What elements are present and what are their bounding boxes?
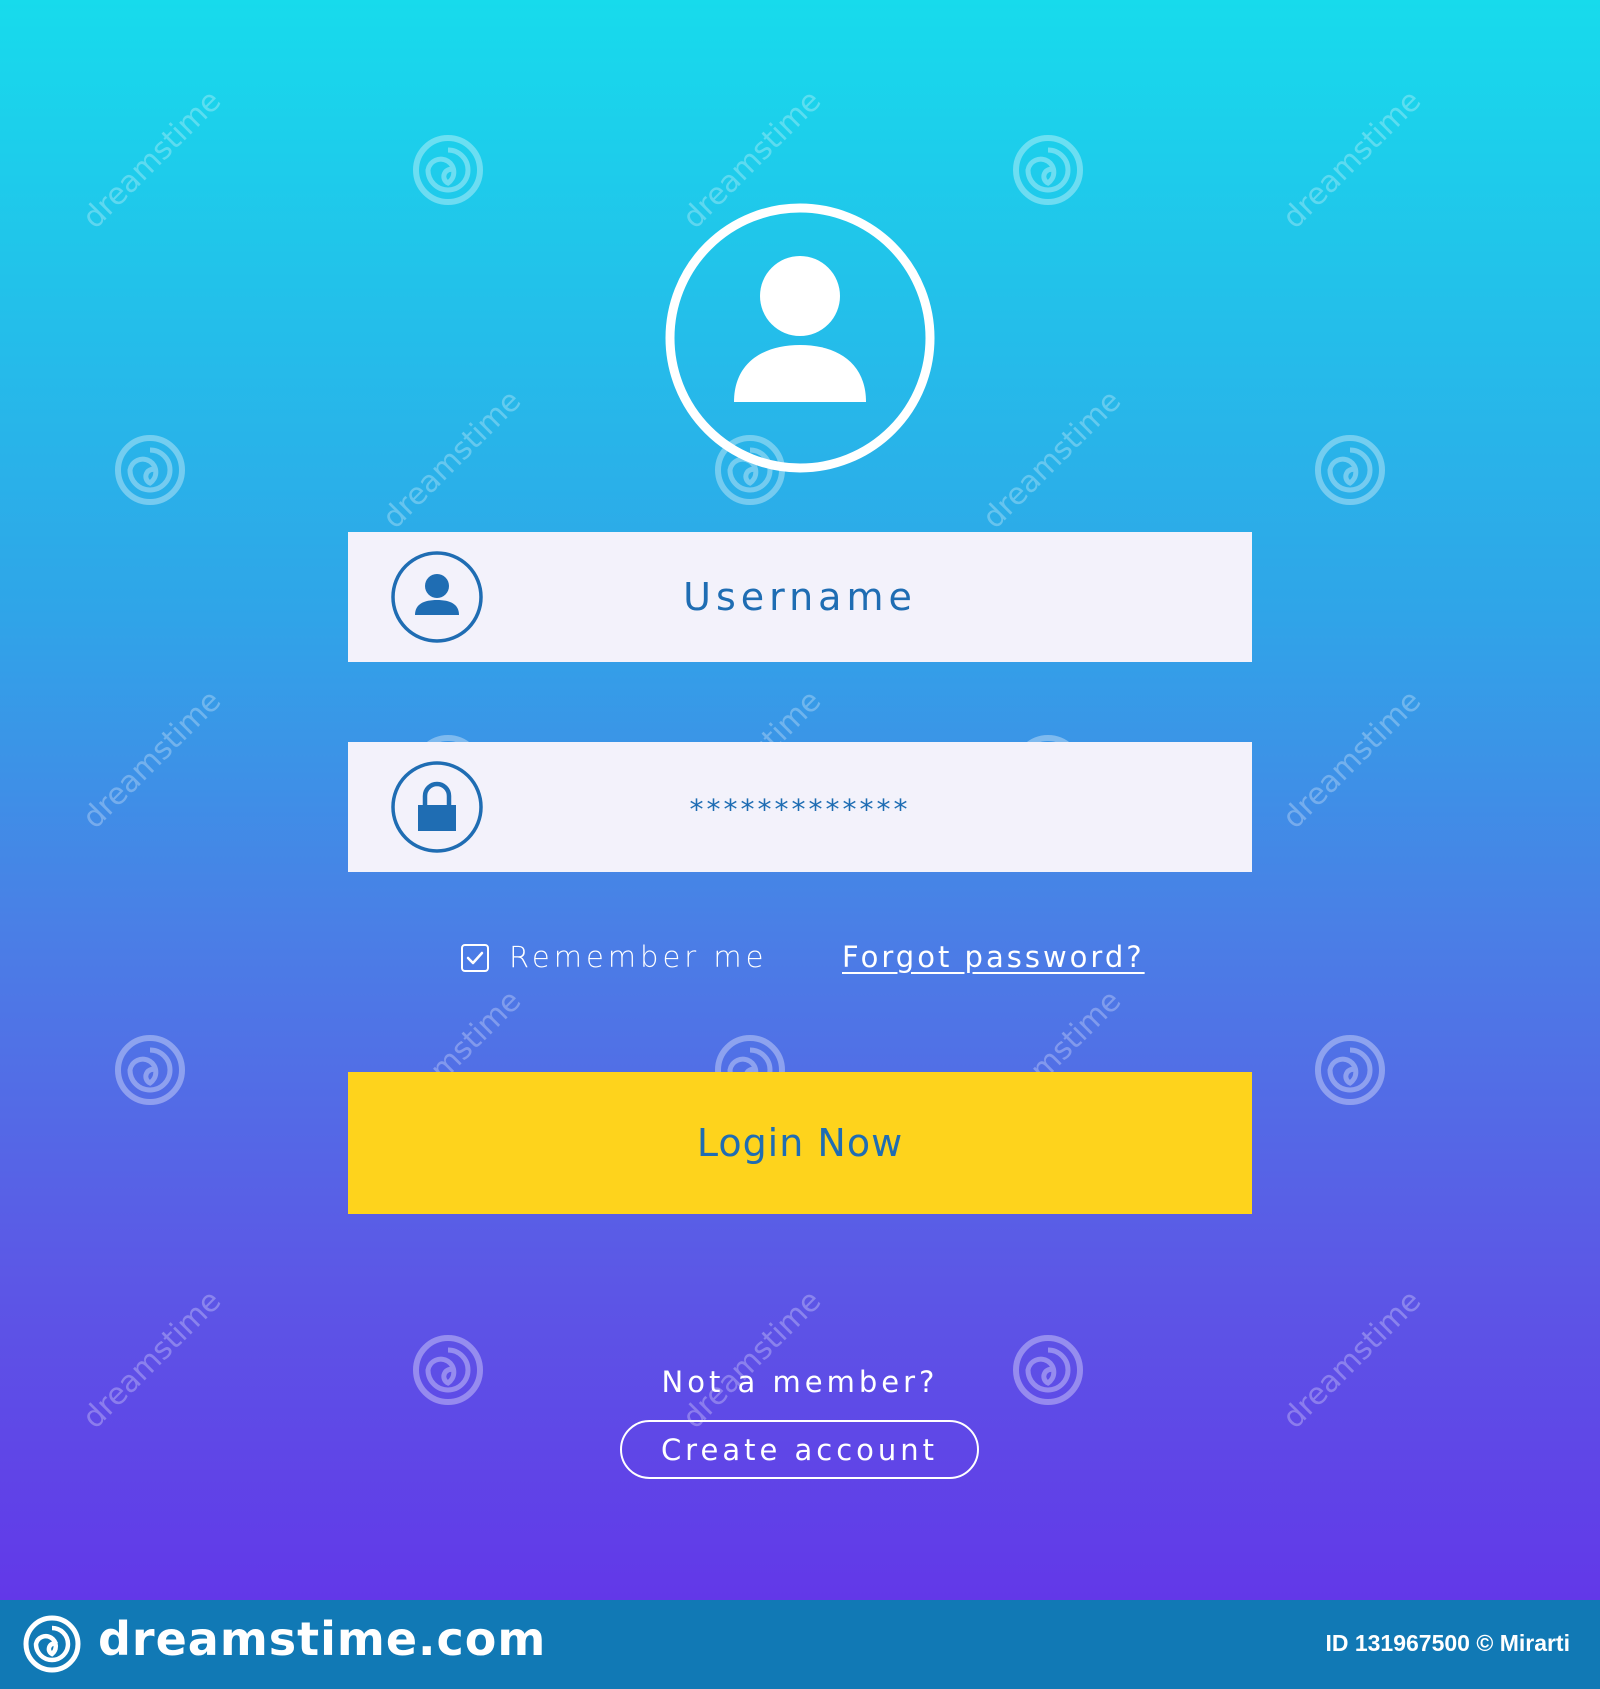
not-member-text: Not a member? [661, 1365, 939, 1399]
password-value: ************* [689, 792, 911, 826]
remember-me-checkbox[interactable] [461, 944, 489, 972]
watermark-footer: dreamstime.com ID 131967500 © Mirarti [0, 1600, 1600, 1689]
dreamstime-logo-text: dreamstime.com [98, 1612, 547, 1666]
username-placeholder: Username [683, 575, 917, 619]
options-row: Remember me Forgot password? [0, 938, 1600, 982]
user-avatar-icon [665, 203, 935, 473]
image-credit: ID 131967500 © Mirarti [1325, 1630, 1570, 1656]
checkmark-icon [466, 951, 484, 965]
forgot-password-link[interactable]: Forgot password? [842, 940, 1145, 974]
dreamstime-logo-icon [23, 1615, 81, 1673]
password-field[interactable]: ************* [348, 742, 1252, 872]
username-field[interactable]: Username [348, 532, 1252, 662]
remember-me-label[interactable]: Remember me [509, 940, 768, 974]
create-account-button[interactable]: Create account [620, 1420, 979, 1479]
login-button[interactable]: Login Now [348, 1072, 1252, 1214]
